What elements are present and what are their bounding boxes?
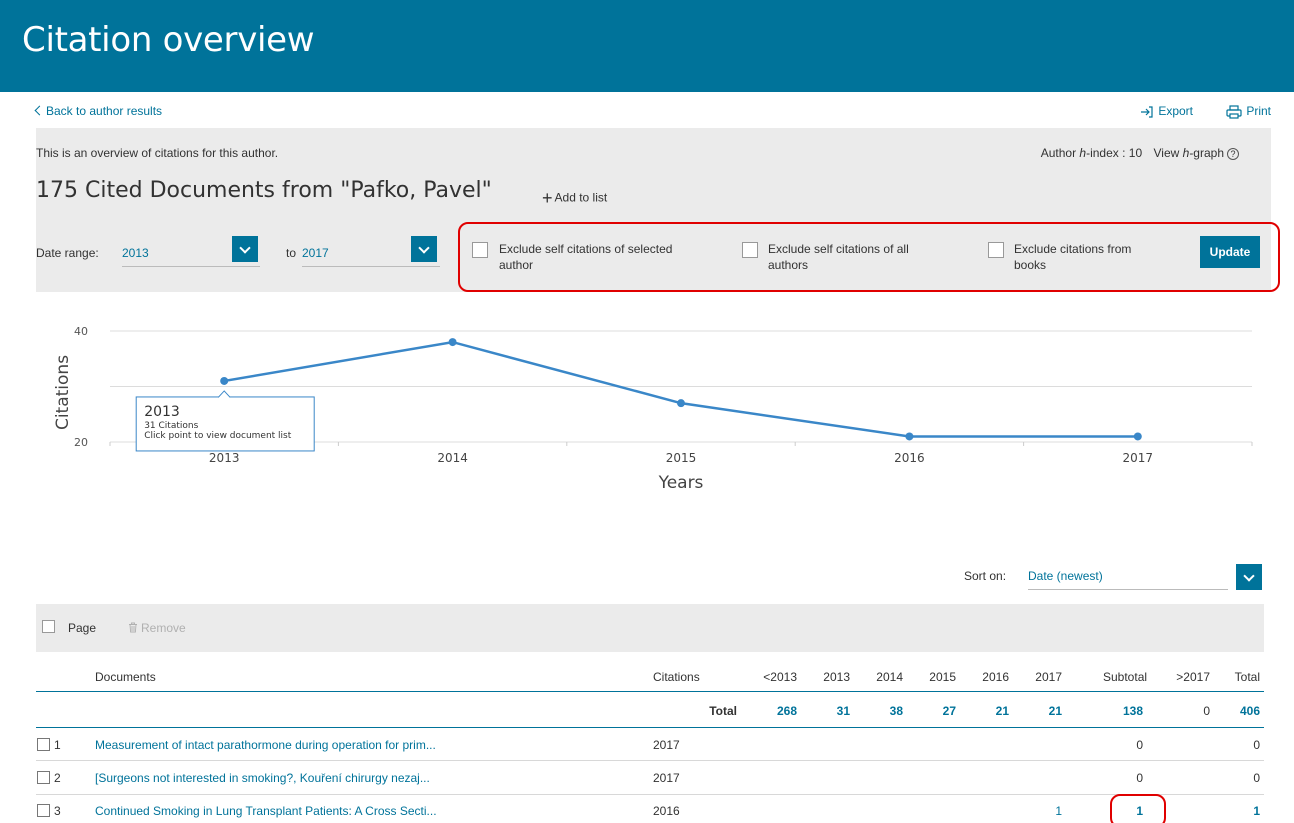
row-2-total: 0 bbox=[1253, 771, 1260, 785]
row-divider bbox=[36, 794, 1264, 795]
total-2016[interactable]: 21 bbox=[969, 704, 1009, 718]
header-2015: 2015 bbox=[929, 670, 956, 684]
tooltip-pointer bbox=[217, 390, 231, 398]
row-3-2017[interactable]: 1 bbox=[1022, 804, 1062, 818]
page-header: Citation overview bbox=[0, 0, 1294, 92]
back-to-author-results-link[interactable]: Back to author results bbox=[34, 104, 162, 118]
row-3-document-link[interactable]: Continued Smoking in Lung Transplant Pat… bbox=[95, 804, 437, 818]
sort-dropdown-button[interactable] bbox=[1236, 564, 1262, 590]
row-2-year: 2017 bbox=[653, 771, 680, 785]
row-2-checkbox[interactable] bbox=[37, 771, 50, 784]
x-tick-label: 2016 bbox=[894, 451, 925, 465]
print-link[interactable]: Print bbox=[1226, 104, 1271, 119]
header-total: Total bbox=[1234, 670, 1260, 684]
chevron-left-icon bbox=[34, 105, 45, 116]
row-2-index: 2 bbox=[54, 771, 61, 785]
help-icon: ? bbox=[1227, 148, 1239, 160]
date-to-label: to bbox=[286, 246, 297, 260]
date-range-label: Date range: bbox=[36, 246, 99, 260]
row-1-year: 2017 bbox=[653, 738, 680, 752]
citations-chart: 20 40 2013 2014 2015 2016 2017 Years Citations 20… bbox=[40, 312, 1260, 502]
remove-button[interactable]: Remove bbox=[128, 621, 186, 635]
data-point[interactable] bbox=[1133, 432, 1142, 441]
row-1-checkbox[interactable] bbox=[37, 738, 50, 751]
view-h-graph-link[interactable]: View h-graph? bbox=[1153, 146, 1239, 160]
row-1-document-link[interactable]: Measurement of intact parathormone durin… bbox=[95, 738, 436, 752]
total-2017[interactable]: 21 bbox=[1022, 704, 1062, 718]
x-tick-label: 2015 bbox=[666, 451, 697, 465]
header-subtotal: Subtotal bbox=[1103, 670, 1148, 684]
x-tick-label: 2013 bbox=[209, 451, 240, 465]
data-point[interactable] bbox=[220, 376, 229, 385]
tooltip-hint: Click point to view document list bbox=[144, 431, 292, 441]
export-icon bbox=[1141, 106, 1153, 118]
data-point[interactable] bbox=[905, 432, 914, 441]
top-links: Back to author results Export Print bbox=[34, 102, 1271, 122]
overview-intro: This is an overview of citations for thi… bbox=[36, 146, 279, 160]
row-2-document-link[interactable]: [Surgeons not interested in smoking?, Ko… bbox=[95, 771, 430, 785]
row-3-checkbox[interactable] bbox=[37, 804, 50, 817]
total-lt2013[interactable]: 268 bbox=[757, 704, 797, 718]
x-tick-label: 2014 bbox=[437, 451, 468, 465]
row-2-subtotal: 0 bbox=[1136, 771, 1143, 785]
x-axis-label: Years bbox=[658, 473, 704, 493]
total-2015[interactable]: 27 bbox=[916, 704, 956, 718]
total-2014[interactable]: 38 bbox=[863, 704, 903, 718]
header-documents: Documents bbox=[95, 670, 156, 684]
x-tick-label: 2017 bbox=[1123, 451, 1154, 465]
author-h-index: Author h-index : 10 View h-graph? bbox=[1041, 146, 1239, 160]
row-divider bbox=[36, 727, 1264, 728]
export-link[interactable]: Export bbox=[1140, 104, 1193, 118]
header-gt2017: >2017 bbox=[1176, 670, 1210, 684]
header-2013: 2013 bbox=[823, 670, 850, 684]
data-point[interactable] bbox=[448, 338, 457, 347]
total-total[interactable]: 406 bbox=[1220, 704, 1260, 718]
header-citations: Citations bbox=[653, 670, 700, 684]
table-toolbar: Page Remove bbox=[36, 604, 1264, 652]
total-2013[interactable]: 31 bbox=[810, 704, 850, 718]
tooltip-citations: 31 Citations bbox=[144, 421, 198, 431]
header-2014: 2014 bbox=[876, 670, 903, 684]
y-axis-label: Citations bbox=[53, 355, 73, 430]
row-1-index: 1 bbox=[54, 738, 61, 752]
citations-line-chart: 20 40 2013 2014 2015 2016 2017 Years Citations 20… bbox=[53, 325, 1253, 493]
plus-icon: + bbox=[542, 188, 553, 208]
row-divider bbox=[36, 760, 1264, 761]
page-label: Page bbox=[68, 621, 97, 635]
header-divider bbox=[36, 691, 1264, 692]
total-row-label: Total bbox=[709, 704, 737, 718]
total-subtotal[interactable]: 138 bbox=[1103, 704, 1143, 718]
y-tick-label: 20 bbox=[74, 436, 88, 449]
row-1-subtotal: 0 bbox=[1136, 738, 1143, 752]
y-tick-label: 40 bbox=[74, 325, 88, 338]
row-1-total: 0 bbox=[1253, 738, 1260, 752]
sort-label: Sort on: bbox=[964, 569, 1007, 583]
citations-series-line bbox=[223, 340, 1138, 438]
row-3-year: 2016 bbox=[653, 804, 680, 818]
highlight-box bbox=[458, 222, 1280, 292]
page-title: Citation overview bbox=[22, 20, 315, 60]
header-2017: 2017 bbox=[1035, 670, 1062, 684]
sort-select[interactable]: Date (newest) bbox=[1028, 569, 1228, 590]
trash-icon bbox=[129, 622, 137, 633]
data-point[interactable] bbox=[677, 399, 685, 408]
row-3-total[interactable]: 1 bbox=[1220, 804, 1260, 818]
select-page-checkbox[interactable] bbox=[42, 620, 55, 633]
row-3-index: 3 bbox=[54, 804, 61, 818]
total-gt2017: 0 bbox=[1203, 704, 1210, 718]
date-from-dropdown-button[interactable] bbox=[232, 236, 258, 262]
header-2016: 2016 bbox=[982, 670, 1009, 684]
tooltip-title: 2013 bbox=[144, 404, 180, 420]
date-to-dropdown-button[interactable] bbox=[411, 236, 437, 262]
add-to-list-button[interactable]: + Add to list bbox=[542, 188, 607, 209]
cited-documents-title: 175 Cited Documents from "Pafko, Pavel" bbox=[36, 178, 492, 203]
printer-icon bbox=[1226, 105, 1242, 119]
subtotal-highlight-box bbox=[1110, 794, 1166, 823]
header-lt2013: <2013 bbox=[763, 670, 797, 684]
